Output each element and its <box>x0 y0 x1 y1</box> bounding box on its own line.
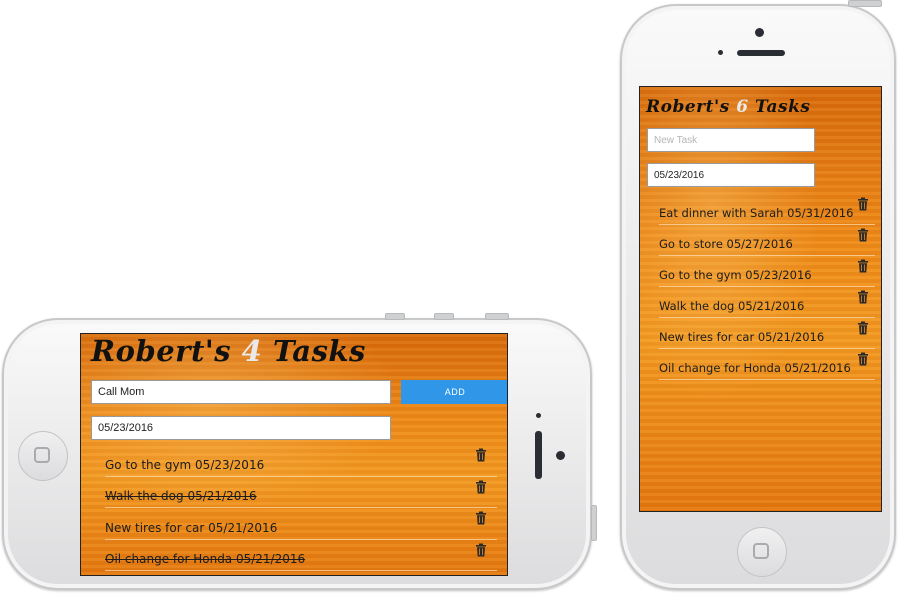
home-button-portrait[interactable] <box>737 527 787 577</box>
trash-icon[interactable] <box>857 352 869 366</box>
task-text: Walk the dog 05/21/2016 <box>659 299 805 313</box>
new-task-input[interactable] <box>91 380 391 404</box>
task-text: Oil change for Honda 05/21/2016 <box>105 552 306 566</box>
add-button[interactable]: ADD <box>401 380 507 404</box>
task-item[interactable]: Eat dinner with Sarah 05/31/2016 <box>659 194 875 225</box>
task-count: 4 <box>241 334 263 368</box>
task-text: Walk the dog 05/21/2016 <box>105 489 257 503</box>
task-list: Go to the gym 05/23/2016 Walk the dog 05… <box>105 445 497 571</box>
power-button-portrait <box>848 0 882 7</box>
volume-up-button <box>385 313 405 320</box>
power-button <box>591 505 597 541</box>
front-camera-landscape <box>556 451 565 460</box>
sensor-landscape <box>536 413 541 418</box>
task-item[interactable]: Go to the gym 05/23/2016 <box>105 445 497 477</box>
trash-icon[interactable] <box>475 511 487 525</box>
task-item[interactable]: Walk the dog 05/21/2016 <box>105 477 497 508</box>
task-item[interactable]: Walk the dog 05/21/2016 <box>659 287 875 318</box>
task-item[interactable]: New tires for car 05/21/2016 <box>105 508 497 540</box>
home-button-icon <box>34 447 50 463</box>
task-text: Go to the gym 05/23/2016 <box>105 457 265 472</box>
app-title: Robert's 6 Tasks <box>646 97 811 117</box>
task-text: Go to store 05/27/2016 <box>659 237 793 251</box>
home-button-icon <box>753 543 769 559</box>
new-task-input[interactable] <box>647 128 815 152</box>
task-count: 6 <box>736 97 749 117</box>
front-camera-portrait <box>755 28 764 37</box>
home-button-landscape[interactable] <box>18 431 68 481</box>
task-item[interactable]: Go to store 05/27/2016 <box>659 225 875 256</box>
task-item[interactable]: Oil change for Honda 05/21/2016 <box>659 349 875 380</box>
sensor-portrait <box>718 50 723 55</box>
task-text: Eat dinner with Sarah 05/31/2016 <box>659 206 854 220</box>
task-text: New tires for car 05/21/2016 <box>659 330 825 344</box>
task-text: Go to the gym 05/23/2016 <box>659 268 812 282</box>
trash-icon[interactable] <box>857 259 869 273</box>
trash-icon[interactable] <box>475 543 487 557</box>
date-input[interactable] <box>647 163 815 187</box>
trash-icon[interactable] <box>857 290 869 304</box>
speaker-landscape <box>535 431 542 479</box>
trash-icon[interactable] <box>857 321 869 335</box>
task-text: New tires for car 05/21/2016 <box>105 520 278 535</box>
app-title: Robert's 4 Tasks <box>91 334 366 368</box>
volume-down-button <box>434 313 454 320</box>
task-app-screen-landscape: Robert's 4 Tasks ADD Go to the gym 05/23… <box>80 333 508 576</box>
trash-icon[interactable] <box>475 448 487 462</box>
task-item[interactable]: Oil change for Honda 05/21/2016 <box>105 540 497 571</box>
task-list: Eat dinner with Sarah 05/31/2016 Go to s… <box>659 194 875 380</box>
trash-icon[interactable] <box>475 480 487 494</box>
task-text: Oil change for Honda 05/21/2016 <box>659 361 851 375</box>
speaker-portrait <box>737 50 785 56</box>
date-input[interactable] <box>91 416 391 440</box>
trash-icon[interactable] <box>857 228 869 242</box>
mute-switch <box>485 313 509 320</box>
task-item[interactable]: New tires for car 05/21/2016 <box>659 318 875 349</box>
trash-icon[interactable] <box>857 197 869 211</box>
task-app-screen-portrait: Robert's 6 Tasks Eat dinner with Sarah 0… <box>639 86 882 512</box>
task-item[interactable]: Go to the gym 05/23/2016 <box>659 256 875 287</box>
